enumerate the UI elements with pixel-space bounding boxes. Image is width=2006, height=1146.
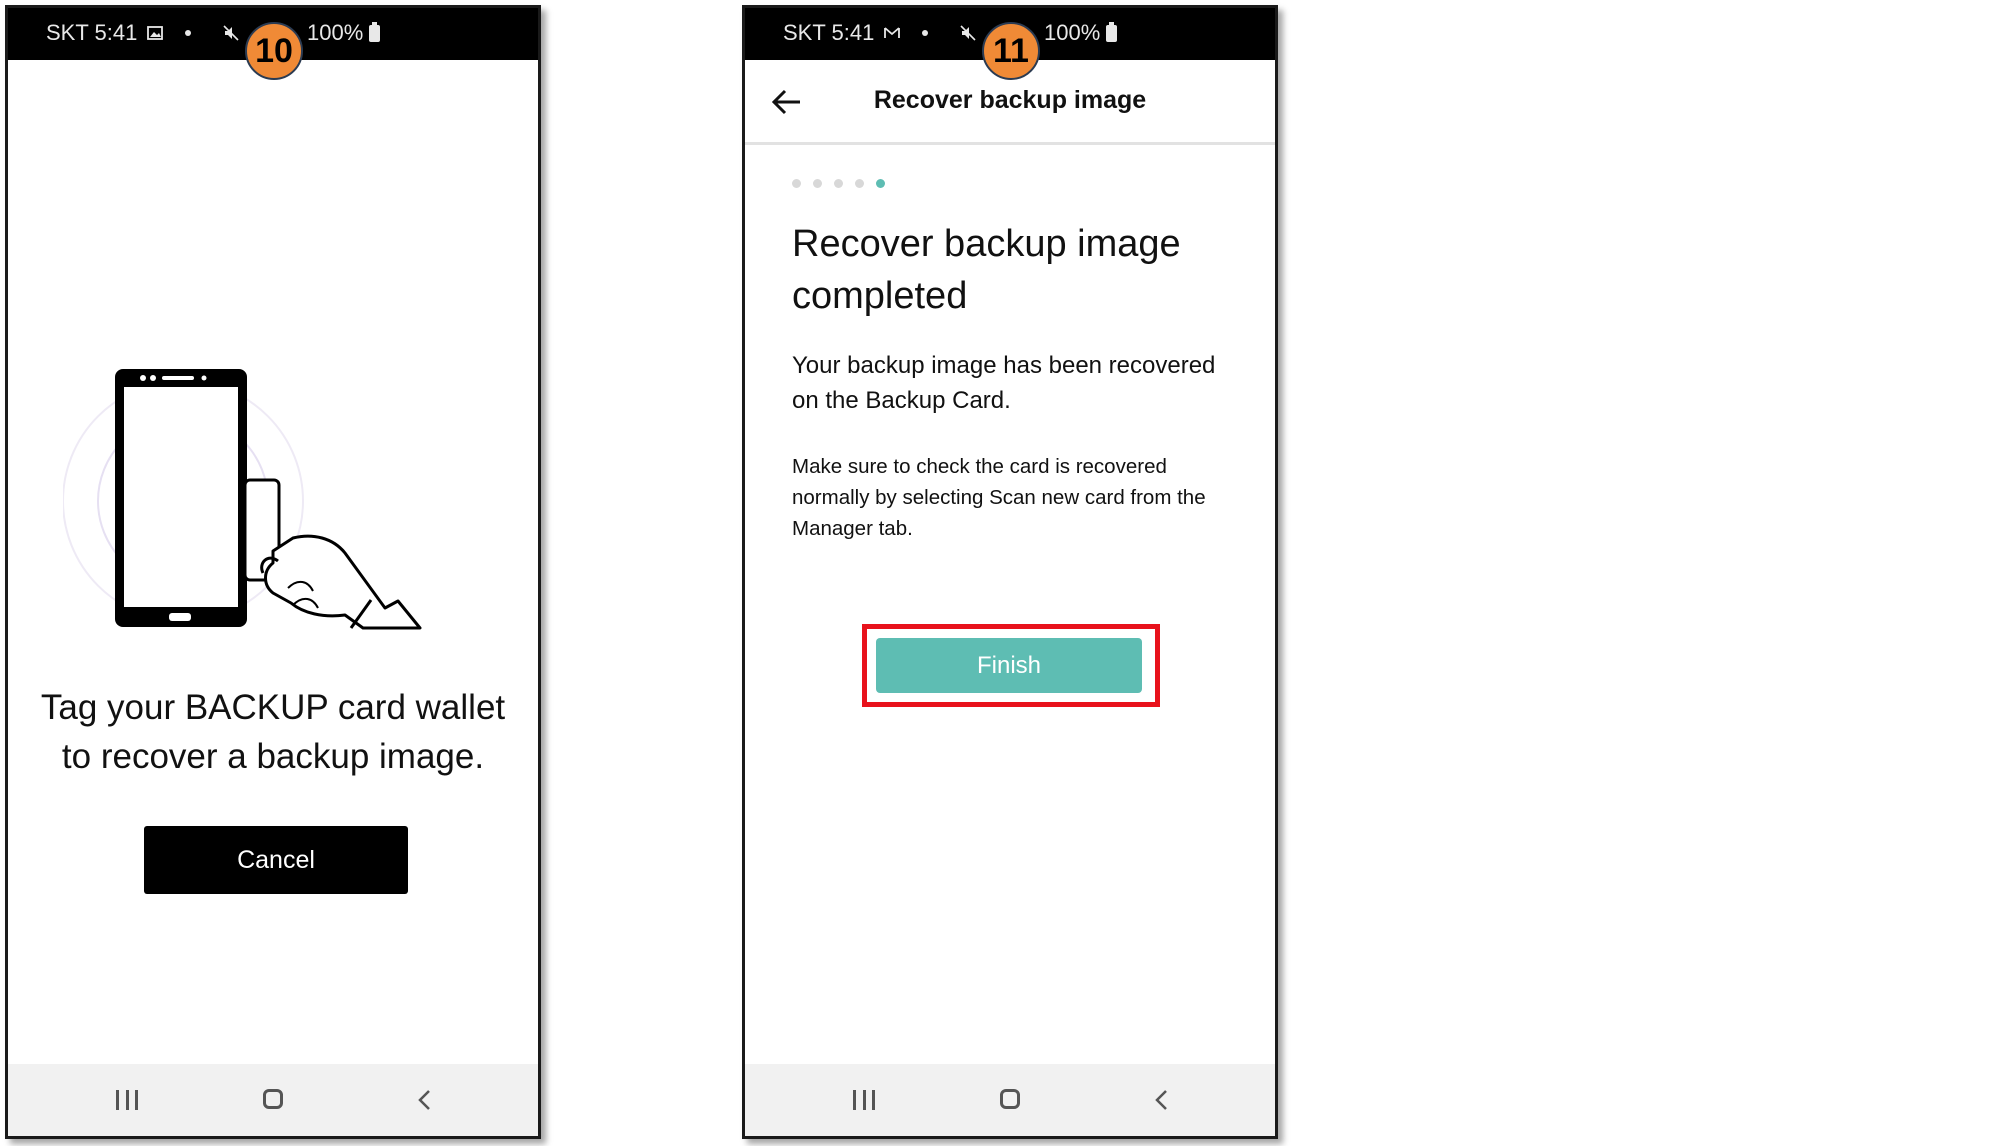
page-title: Recover backup image	[873, 86, 1147, 114]
phone-screen-10: SKT 5:41 100% 10 Tag your BACKUP card wa…	[5, 5, 541, 1139]
result-title-line1: Recover backup image	[792, 223, 1181, 265]
gmail-icon	[884, 27, 901, 38]
notification-dot	[185, 30, 192, 36]
finish-button[interactable]: Finish	[876, 638, 1142, 693]
mute-icon	[960, 25, 976, 41]
step-badge: 10	[245, 22, 303, 80]
battery-icon	[369, 21, 381, 42]
mute-icon	[223, 25, 239, 41]
home-icon[interactable]	[263, 1089, 283, 1109]
progress-dot	[855, 179, 864, 188]
cancel-button[interactable]: Cancel	[144, 826, 408, 894]
result-note: Make sure to check the card is recovered…	[792, 455, 1206, 540]
tag-instruction-line2: to recover a backup image.	[61, 737, 485, 776]
tag-instruction-line1: Tag your BACKUP card wallet	[40, 688, 506, 727]
result-title-line2: completed	[792, 275, 968, 317]
battery-icon	[1106, 21, 1118, 42]
battery-percent: 100%	[1044, 20, 1101, 45]
result-description: Your backup image has been recovered on …	[792, 352, 1216, 414]
battery-percent: 100%	[307, 20, 364, 45]
result-title: Recover backup image completed	[792, 218, 1222, 322]
back-icon[interactable]	[413, 1088, 437, 1112]
progress-dot	[813, 179, 822, 188]
phone-screen-11: SKT 5:41 100% 11 Recover backup image Re…	[742, 5, 1278, 1139]
back-icon[interactable]	[1150, 1088, 1174, 1112]
recents-icon[interactable]	[853, 1090, 875, 1110]
home-icon[interactable]	[1000, 1089, 1020, 1109]
nfc-tag-illustration	[63, 369, 422, 630]
carrier-time: SKT 5:41	[783, 20, 875, 45]
progress-dot	[792, 179, 801, 188]
progress-dot-active	[876, 179, 885, 188]
progress-indicator	[792, 179, 885, 188]
notification-dot	[922, 30, 929, 36]
step-badge: 11	[982, 22, 1040, 80]
progress-dot	[834, 179, 843, 188]
gallery-icon	[147, 26, 164, 40]
navigation-bar	[8, 1064, 538, 1136]
carrier-time: SKT 5:41	[46, 20, 138, 45]
tag-instruction: Tag your BACKUP card wallet to recover a…	[8, 683, 538, 781]
recents-icon[interactable]	[116, 1090, 138, 1110]
navigation-bar	[745, 1064, 1275, 1136]
